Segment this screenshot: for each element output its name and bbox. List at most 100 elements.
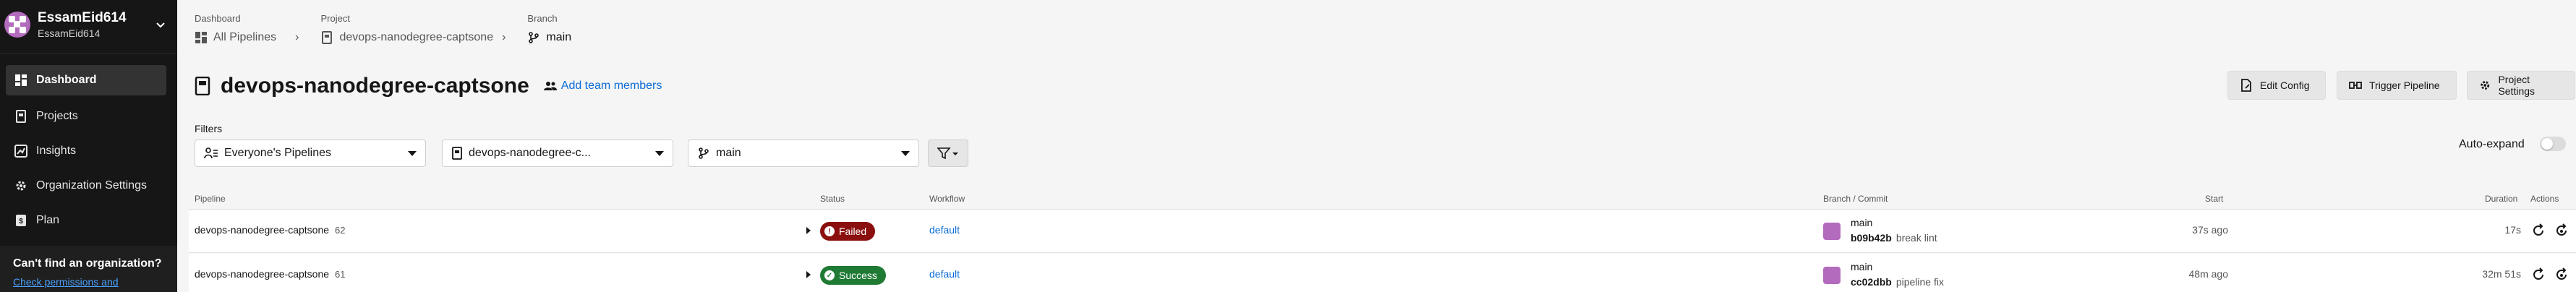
- org-help-callout: Can't find an organization? Check permis…: [0, 246, 177, 292]
- rerun-failed-icon[interactable]: [2554, 267, 2569, 283]
- header-branch-commit: Branch / Commit: [1823, 194, 1888, 204]
- table-header: Pipeline Status Workflow Branch / Commit…: [189, 188, 2576, 210]
- commit-hash[interactable]: cc02dbb: [1851, 276, 1892, 288]
- gear-icon: [16, 181, 26, 191]
- pipelines-owner-select[interactable]: Everyone's Pipelines: [195, 139, 426, 167]
- pipeline-name[interactable]: devops-nanodegree-captsone: [195, 268, 329, 280]
- sidebar-item-plan[interactable]: $ Plan: [6, 205, 166, 236]
- insights-icon: [14, 145, 27, 158]
- commit-hash[interactable]: b09b42b: [1851, 232, 1892, 244]
- breadcrumb-label: Project: [320, 13, 350, 24]
- row-actions: [2530, 223, 2576, 239]
- org-name: EssamEid614: [38, 10, 127, 25]
- org-switcher[interactable]: EssamEid614 EssamEid614: [0, 0, 177, 54]
- chevron-down-icon: [901, 151, 910, 156]
- check-permissions-link[interactable]: Check permissions and: [13, 276, 164, 288]
- sidebar-item-label: Organization Settings: [36, 179, 147, 192]
- advanced-filter-button[interactable]: [928, 139, 968, 167]
- sidebar-item-organization-settings[interactable]: Organization Settings: [6, 171, 166, 201]
- team-icon: [543, 82, 557, 90]
- header-actions: Actions: [2530, 194, 2559, 204]
- chevron-down-icon[interactable]: [155, 19, 166, 30]
- project-icon: [452, 147, 462, 160]
- header-pipeline: Pipeline: [195, 194, 226, 204]
- table-row[interactable]: devops-nanodegree-captsone 62 ! Failed de…: [189, 210, 2576, 253]
- page-header: devops-nanodegree-captsone Add team memb…: [195, 74, 662, 98]
- header-workflow: Workflow: [929, 194, 965, 204]
- header-start: Start: [2205, 194, 2224, 204]
- breadcrumb-project[interactable]: Project devops-nanodegree-captsone ›: [320, 13, 506, 44]
- breadcrumb-dashboard[interactable]: Dashboard All Pipelines ›: [195, 13, 299, 44]
- branch-select[interactable]: main: [688, 139, 919, 167]
- workflow-link[interactable]: default: [929, 268, 960, 280]
- sidebar-item-label: Plan: [36, 214, 60, 226]
- status-badge[interactable]: ✓ Success: [820, 266, 886, 285]
- svg-text:$: $: [19, 218, 23, 226]
- rerun-icon[interactable]: [2530, 267, 2546, 283]
- org-subname: EssamEid614: [38, 27, 101, 39]
- header-status: Status: [820, 194, 845, 204]
- auto-expand-toggle[interactable]: [2540, 137, 2566, 151]
- rerun-icon[interactable]: [2530, 223, 2546, 239]
- sidebar-item-label: Dashboard: [36, 74, 97, 86]
- pipeline-icon: [2349, 82, 2362, 89]
- sidebar-item-projects[interactable]: Projects: [6, 101, 166, 132]
- breadcrumb-label: Dashboard: [195, 13, 241, 24]
- chevron-down-icon: [655, 151, 664, 156]
- start-time: 37s ago: [2192, 224, 2228, 236]
- toggle-knob: [2541, 138, 2553, 150]
- branch-name[interactable]: main: [1851, 217, 1872, 228]
- edit-file-icon: [2241, 79, 2251, 92]
- table-row[interactable]: devops-nanodegree-captsone 61 ✓ Success d…: [189, 254, 2576, 292]
- projects-icon: [16, 110, 26, 123]
- success-icon: ✓: [824, 270, 835, 280]
- status-badge[interactable]: ! Failed: [820, 222, 876, 241]
- duration: 32m 51s: [2482, 268, 2521, 280]
- main-content: Dashboard All Pipelines › Project devops…: [177, 0, 2576, 292]
- dashboard-icon: [15, 74, 27, 86]
- project-icon: [195, 77, 210, 95]
- callout-title: Can't find an organization?: [13, 257, 162, 270]
- expand-row-icon[interactable]: [806, 227, 811, 234]
- expand-row-icon[interactable]: [806, 271, 811, 278]
- breadcrumb-value: All Pipelines: [213, 31, 277, 43]
- duration: 17s: [2504, 224, 2521, 236]
- branch-icon: [529, 32, 539, 43]
- chevron-right-icon: ›: [502, 31, 506, 43]
- breadcrumb-value: devops-nanodegree-captsone: [339, 31, 494, 43]
- users-filter-icon: [204, 147, 218, 159]
- breadcrumb-label: Branch: [527, 13, 558, 24]
- sidebar-item-label: Projects: [36, 110, 78, 122]
- add-team-members-link[interactable]: Add team members: [543, 80, 662, 93]
- commit-message: pipeline fix: [1895, 276, 1944, 288]
- branch-name[interactable]: main: [1851, 261, 1872, 272]
- project-select[interactable]: devops-nanodegree-c...: [442, 139, 673, 167]
- project-settings-button[interactable]: Project Settings: [2467, 71, 2575, 100]
- header-duration: Duration: [2485, 194, 2518, 204]
- team-link-label: Add team members: [560, 80, 662, 92]
- gear-icon: [2481, 81, 2490, 90]
- pipeline-name[interactable]: devops-nanodegree-captsone: [195, 224, 329, 236]
- rerun-failed-icon[interactable]: [2554, 223, 2569, 239]
- breadcrumb-branch[interactable]: Branch main: [527, 13, 571, 44]
- breadcrumb-value: main: [546, 31, 572, 43]
- project-icon: [322, 31, 333, 44]
- sidebar-item-insights[interactable]: Insights: [6, 136, 166, 166]
- org-avatar: [4, 12, 30, 38]
- pipeline-number: 62: [335, 225, 346, 236]
- dashboard-icon: [195, 32, 207, 43]
- failed-icon: !: [824, 226, 835, 236]
- branch-icon: [699, 147, 709, 159]
- pipeline-number: 61: [335, 269, 346, 280]
- breadcrumb: Dashboard All Pipelines › Project devops…: [195, 13, 571, 44]
- sidebar: EssamEid614 EssamEid614 Dashboard Projec…: [0, 0, 177, 292]
- sidebar-item-dashboard[interactable]: Dashboard: [6, 65, 166, 95]
- chevron-down-icon: [408, 151, 417, 156]
- filters-label: Filters: [195, 123, 223, 134]
- trigger-pipeline-button[interactable]: Trigger Pipeline: [2337, 71, 2457, 100]
- workflow-link[interactable]: default: [929, 224, 960, 236]
- edit-config-button[interactable]: Edit Config: [2227, 71, 2326, 100]
- avatar: [1823, 223, 1841, 240]
- page-title: devops-nanodegree-captsone: [221, 74, 529, 98]
- plan-icon: $: [16, 215, 26, 226]
